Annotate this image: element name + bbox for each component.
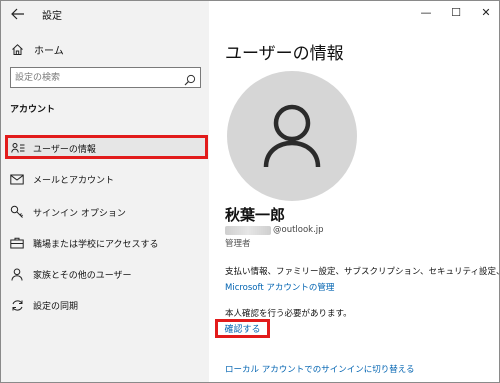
- sidebar-item-user-info[interactable]: ユーザーの情報: [5, 135, 208, 159]
- sidebar-item-label: 設定の同期: [33, 302, 79, 312]
- billing-description: 支払い情報、ファミリー設定、サブスクリプション、セキュリティ設定、その他: [225, 267, 500, 277]
- verify-button[interactable]: 確認する: [215, 319, 270, 338]
- redacted-email-local-part: [225, 225, 271, 235]
- user-role: 管理者: [225, 239, 251, 249]
- page-title: ユーザーの情報: [225, 44, 344, 64]
- user-info-icon: [11, 141, 25, 155]
- title-bar: 設定: [1, 1, 209, 27]
- local-account-link[interactable]: ローカル アカウントでのサインインに切り替える: [225, 363, 414, 375]
- sidebar-item-label: サインイン オプション: [33, 209, 126, 219]
- mail-icon: [10, 172, 24, 186]
- app-title: 設定: [42, 11, 62, 22]
- user-avatar-icon: [263, 104, 321, 168]
- minimize-button[interactable]: —: [411, 1, 441, 23]
- main-content: — ☐ ✕ ユーザーの情報 秋葉一郎 @outlook.jp 管理者 支払い情報…: [209, 1, 500, 382]
- home-link[interactable]: ホーム: [10, 41, 64, 57]
- avatar: [227, 71, 357, 201]
- sidebar-item-sync-settings[interactable]: 設定の同期: [5, 293, 208, 317]
- user-email: @outlook.jp: [225, 224, 324, 236]
- search-box[interactable]: [10, 67, 201, 88]
- close-button[interactable]: ✕: [471, 1, 499, 23]
- search-input[interactable]: [15, 68, 180, 87]
- sidebar-item-label: メールとアカウント: [33, 176, 115, 186]
- briefcase-icon: [10, 236, 24, 250]
- sidebar: 設定 ホーム アカウント ユーザーの情報 メールとアカウント: [1, 1, 209, 382]
- sidebar-item-label: 職場または学校にアクセスする: [33, 240, 159, 250]
- sidebar-item-label: ユーザーの情報: [33, 145, 96, 155]
- verify-identity-text: 本人確認を行う必要があります。: [225, 309, 352, 319]
- settings-window: 設定 ホーム アカウント ユーザーの情報 メールとアカウント: [0, 0, 500, 383]
- sidebar-item-sign-in-options[interactable]: サインイン オプション: [5, 200, 208, 224]
- sidebar-item-family-users[interactable]: 家族とその他のユーザー: [5, 262, 208, 286]
- section-label-account: アカウント: [10, 105, 56, 115]
- sidebar-item-label: 家族とその他のユーザー: [33, 271, 132, 281]
- microsoft-account-link[interactable]: Microsoft アカウントの管理: [225, 281, 334, 293]
- person-icon: [10, 267, 24, 281]
- sync-icon: [10, 298, 24, 312]
- sidebar-item-work-school[interactable]: 職場または学校にアクセスする: [5, 231, 208, 255]
- user-name: 秋葉一郎: [225, 206, 286, 224]
- maximize-button[interactable]: ☐: [441, 1, 471, 23]
- window-controls: — ☐ ✕: [411, 1, 499, 27]
- back-arrow-icon[interactable]: [9, 5, 27, 23]
- verify-link[interactable]: 確認する: [224, 322, 260, 335]
- email-domain: @outlook.jp: [273, 225, 324, 235]
- key-icon: [10, 205, 24, 219]
- home-icon: [10, 42, 24, 56]
- search-icon[interactable]: [184, 71, 196, 86]
- sidebar-item-mail-accounts[interactable]: メールとアカウント: [5, 167, 208, 191]
- home-label: ホーム: [34, 45, 64, 57]
